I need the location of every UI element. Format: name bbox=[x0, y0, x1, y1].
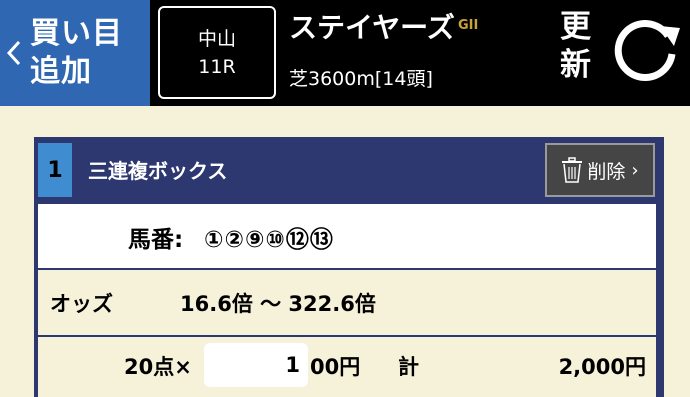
horse-numbers-row: 馬番: ①②⑨⑩⑫⑬ bbox=[38, 204, 656, 268]
points-count: 20点× bbox=[124, 355, 192, 379]
odds-label: オッズ bbox=[50, 292, 113, 316]
amount-row: 20点× 1 00円 計 2,000円 bbox=[38, 337, 656, 397]
delete-label: 削除 bbox=[587, 160, 626, 183]
horse-numbers-label: 馬番: bbox=[128, 227, 184, 253]
chevron-right-icon: › bbox=[631, 159, 639, 181]
trash-icon bbox=[562, 157, 583, 183]
add-bet-label: 買い目 追加 bbox=[30, 16, 123, 89]
refresh-icon[interactable] bbox=[608, 12, 684, 88]
total-value: 2,000円 bbox=[558, 355, 646, 379]
add-bet-button[interactable]: 買い目 追加 bbox=[0, 0, 150, 106]
odds-value: 16.6倍 ～ 322.6倍 bbox=[180, 292, 376, 316]
race-info: 芝3600m[14頭] bbox=[289, 68, 433, 90]
ticket-number: 1 bbox=[38, 143, 72, 197]
horse-numbers-value: ①②⑨⑩⑫⑬ bbox=[204, 227, 334, 253]
total-label: 計 bbox=[398, 355, 419, 379]
bet-type: 三連複ボックス bbox=[88, 159, 228, 183]
header: 買い目 追加 中山 11R ステイヤーズ GII 芝3600m[14頭] 更 新 bbox=[0, 0, 690, 106]
refresh-label[interactable]: 更 新 bbox=[560, 8, 591, 84]
venue-label: 中山 bbox=[197, 27, 236, 50]
race-venue-box: 中山 11R bbox=[158, 6, 276, 99]
amount-input[interactable]: 1 bbox=[204, 343, 308, 387]
race-name: ステイヤーズ bbox=[289, 11, 455, 44]
race-number: 11R bbox=[198, 55, 236, 78]
grade-badge: GII bbox=[458, 18, 479, 33]
chevron-left-icon bbox=[6, 40, 21, 66]
amount-unit: 00円 bbox=[310, 355, 361, 379]
delete-button[interactable]: 削除 › bbox=[545, 143, 655, 197]
odds-row: オッズ 16.6倍 ～ 322.6倍 bbox=[38, 270, 656, 335]
ticket-card: 1 三連複ボックス 削除 › 馬番: ①②⑨⑩⑫⑬ オッズ 16.6倍 ～ 32… bbox=[34, 137, 664, 397]
ticket-header: 1 三連複ボックス 削除 › bbox=[34, 137, 664, 201]
